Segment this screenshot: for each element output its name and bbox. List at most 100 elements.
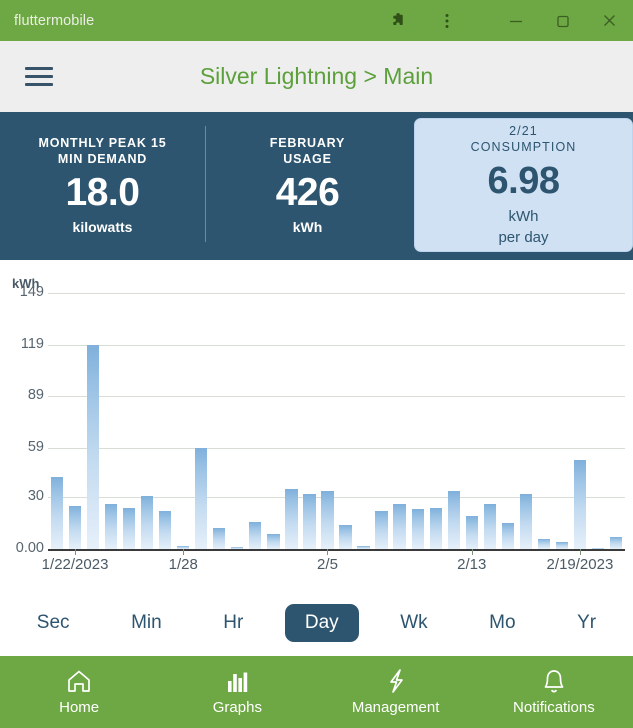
stat-label-line2: MIN DEMAND [58,152,147,166]
bar-slot[interactable] [445,293,463,549]
bar-slot[interactable] [300,293,318,549]
chart-bar[interactable] [285,489,297,549]
chart-bar[interactable] [610,537,622,549]
chart-bar[interactable] [303,494,315,549]
chart-bar[interactable] [213,528,225,549]
stat-card-february-usage[interactable]: FEBRUARY USAGE 426 kWh [205,118,410,252]
bar-slot[interactable] [282,293,300,549]
more-menu-icon[interactable] [423,0,470,41]
summary-stats: MONTHLY PEAK 15 MIN DEMAND 18.0 kilowatt… [0,112,633,260]
close-button[interactable] [586,0,633,41]
chart-bar[interactable] [69,506,81,549]
chart-bar[interactable] [339,525,351,549]
chart-bars[interactable] [48,293,625,549]
chart-bar[interactable] [556,542,568,549]
stat-unit-line1: kWh [508,208,538,225]
y-axis-tick-label: 59 [0,439,44,455]
chart-bar[interactable] [231,547,243,549]
stat-value: 18.0 [66,170,140,216]
chart-bar[interactable] [87,345,99,549]
chart-bar[interactable] [267,534,279,549]
bar-slot[interactable] [517,293,535,549]
chart-plot-area[interactable] [48,293,625,549]
bar-slot[interactable] [264,293,282,549]
y-axis-tick-label: 89 [0,387,44,403]
nav-item-label: Graphs [213,698,262,718]
bar-slot[interactable] [571,293,589,549]
period-option-day[interactable]: Day [285,604,359,642]
bar-slot[interactable] [463,293,481,549]
bar-slot[interactable] [102,293,120,549]
bar-slot[interactable] [499,293,517,549]
bar-slot[interactable] [318,293,336,549]
chart-bar[interactable] [159,511,171,549]
period-option-sec[interactable]: Sec [17,604,90,642]
bar-slot[interactable] [120,293,138,549]
menu-icon[interactable] [12,67,66,86]
chart-bar[interactable] [430,508,442,549]
bar-slot[interactable] [535,293,553,549]
chart-bar[interactable] [538,539,550,549]
bar-slot[interactable] [391,293,409,549]
bar-slot[interactable] [192,293,210,549]
chart-bar[interactable] [592,548,604,550]
stat-card-monthly-peak-demand[interactable]: MONTHLY PEAK 15 MIN DEMAND 18.0 kilowatt… [0,118,205,252]
bar-slot[interactable] [337,293,355,549]
chart-bar[interactable] [574,460,586,549]
bar-slot[interactable] [589,293,607,549]
app-header: Silver Lightning > Main [0,41,633,112]
chart-bar[interactable] [484,504,496,549]
stat-label: 2/21 CONSUMPTION [471,123,577,155]
bar-slot[interactable] [228,293,246,549]
chart-bar[interactable] [51,477,63,549]
chart-bar[interactable] [466,516,478,549]
period-option-min[interactable]: Min [111,604,182,642]
bar-slot[interactable] [210,293,228,549]
bar-slot[interactable] [84,293,102,549]
extensions-icon[interactable] [376,0,423,41]
period-selector[interactable]: Sec Min Hr Day Wk Mo Yr [0,598,633,648]
bar-slot[interactable] [156,293,174,549]
minimize-button[interactable] [492,0,539,41]
bar-slot[interactable] [607,293,625,549]
usage-chart[interactable]: kWh 1491198959300.00 1/22/20231/282/52/1… [0,260,633,598]
chart-bar[interactable] [141,496,153,549]
chart-bar[interactable] [249,522,261,549]
chart-bar[interactable] [393,504,405,549]
chart-bar[interactable] [448,491,460,549]
chart-bar[interactable] [412,509,424,549]
stat-card-daily-consumption[interactable]: 2/21 CONSUMPTION 6.98 kWh per day [414,118,633,252]
stat-label-line1: 2/21 [509,124,538,138]
chart-bar[interactable] [375,511,387,549]
bar-slot[interactable] [481,293,499,549]
period-option-yr[interactable]: Yr [557,604,616,642]
period-option-mo[interactable]: Mo [469,604,535,642]
period-option-wk[interactable]: Wk [380,604,447,642]
chart-bar[interactable] [502,523,514,549]
bar-slot[interactable] [138,293,156,549]
bar-slot[interactable] [409,293,427,549]
nav-item-notifications[interactable]: Notifications [475,666,633,718]
chart-bar[interactable] [195,448,207,549]
bar-slot[interactable] [48,293,66,549]
chart-bar[interactable] [123,508,135,549]
nav-item-home[interactable]: Home [0,666,158,718]
bar-slot[interactable] [355,293,373,549]
period-option-hr[interactable]: Hr [203,604,263,642]
chart-bar[interactable] [520,494,532,549]
bottom-navigation[interactable]: Home Graphs ManagementNotifications [0,656,633,728]
bar-slot[interactable] [246,293,264,549]
chart-bar[interactable] [321,491,333,549]
nav-item-management[interactable]: Management [317,666,475,718]
maximize-button[interactable] [539,0,586,41]
bar-slot[interactable] [373,293,391,549]
x-axis-tick-mark [580,549,581,555]
bar-slot[interactable] [174,293,192,549]
bar-slot[interactable] [553,293,571,549]
bar-slot[interactable] [66,293,84,549]
nav-item-graphs[interactable]: Graphs [158,666,316,718]
x-axis-tick-label: 1/22/2023 [42,556,109,573]
bar-slot[interactable] [427,293,445,549]
chart-bar[interactable] [357,546,369,549]
chart-bar[interactable] [105,504,117,549]
